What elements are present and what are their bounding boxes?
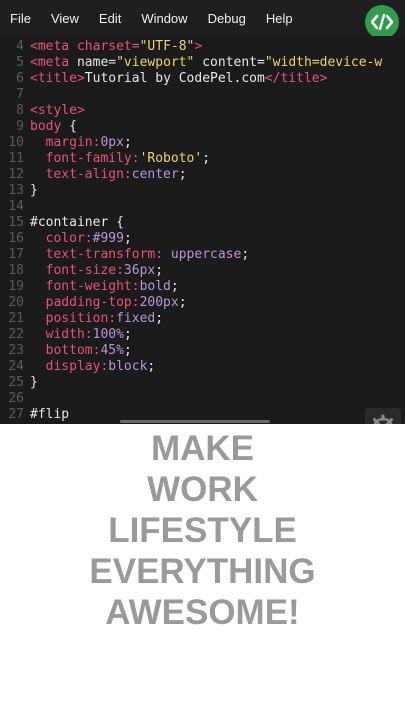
code-line: 12 text-align:center;	[0, 167, 382, 183]
menu-debug[interactable]: Debug	[198, 0, 256, 36]
code-line: 11 font-family:'Roboto';	[0, 151, 382, 167]
line-number: 17	[8, 247, 24, 262]
code-brackets-icon	[371, 13, 393, 31]
code-line: 13}	[0, 183, 382, 199]
preview-text: Make Work Lifestyle Everything Awesome!	[0, 428, 405, 633]
code-line: 14	[0, 199, 382, 215]
line-number: 24	[8, 359, 24, 374]
menu-bar: File View Edit Window Debug Help	[0, 0, 405, 39]
line-number: 14	[8, 199, 24, 214]
settings-tools-icon	[373, 414, 393, 424]
code-text: <meta charset="UTF-8">	[30, 39, 203, 54]
code-line: 24 display:block;	[0, 359, 382, 375]
code-line: 7	[0, 87, 382, 103]
code-text: }	[30, 183, 38, 198]
line-number: 8	[16, 103, 24, 118]
code-line: 18 font-size:36px;	[0, 263, 382, 279]
preview-word-awesome: Awesome!	[105, 593, 300, 632]
code-line: 4 <meta charset="UTF-8">	[0, 39, 382, 55]
line-number: 25	[8, 375, 24, 390]
code-text: bottom:45%;	[30, 343, 132, 358]
code-text: width:100%;	[30, 327, 132, 342]
line-number: 23	[8, 343, 24, 358]
code-line: 6 <title>Tutorial by CodePel.com</title>	[0, 71, 382, 87]
code-editor[interactable]: 4 <meta charset="UTF-8"> 5 <meta name="view…	[0, 36, 405, 424]
line-number: 11	[8, 151, 24, 166]
code-line: 20 padding-top:200px;	[0, 295, 382, 311]
code-line: 16 color:#999;	[0, 231, 382, 247]
line-number: 12	[8, 167, 24, 182]
line-number: 15	[8, 215, 24, 230]
line-number: 26	[8, 391, 24, 406]
code-text: font-weight:bold;	[30, 279, 179, 294]
code-lines: 4 <meta charset="UTF-8"> 5 <meta name="view…	[0, 39, 382, 423]
horizontal-scrollbar[interactable]	[120, 420, 270, 423]
menu-view[interactable]: View	[41, 0, 89, 36]
code-text: font-size:36px;	[30, 263, 164, 278]
line-number: 5	[16, 55, 24, 70]
code-line: 19 font-weight:bold;	[0, 279, 382, 295]
code-text: margin:0px;	[30, 135, 132, 150]
code-text: position:fixed;	[30, 311, 164, 326]
preview-pane: Make Work Lifestyle Everything Awesome!	[0, 424, 405, 720]
code-line: 10 margin:0px;	[0, 135, 382, 151]
line-number: 20	[8, 295, 24, 310]
line-number: 6	[16, 71, 24, 86]
code-text: <title>Tutorial by CodePel.com</title>	[30, 71, 328, 86]
code-text: <style>	[30, 103, 85, 118]
line-number: 19	[8, 279, 24, 294]
line-number: 7	[16, 87, 24, 102]
code-text: font-family:'Roboto';	[30, 151, 211, 166]
line-number: 21	[8, 311, 24, 326]
code-line: 17 text-transform: uppercase;	[0, 247, 382, 263]
code-line: 25}	[0, 375, 382, 391]
code-line: 23 bottom:45%;	[0, 343, 382, 359]
code-line: 21 position:fixed;	[0, 311, 382, 327]
code-line: 22 width:100%;	[0, 327, 382, 343]
preview-word-make: Make	[150, 429, 255, 468]
code-text: <meta name="viewport" content="width=dev…	[30, 55, 383, 70]
code-line: 26	[0, 391, 382, 407]
line-number: 13	[8, 183, 24, 198]
menu-file[interactable]: File	[0, 0, 41, 36]
line-number: 22	[8, 327, 24, 342]
code-text: padding-top:200px;	[30, 295, 187, 310]
settings-button[interactable]	[365, 408, 401, 424]
code-text: text-transform: uppercase;	[30, 247, 250, 262]
line-number: 9	[16, 119, 24, 134]
line-number: 4	[16, 39, 24, 54]
code-text: #container {	[30, 215, 124, 230]
code-line: 5 <meta name="viewport" content="width=de…	[0, 55, 382, 71]
line-number: 27	[8, 407, 24, 422]
code-text: }	[30, 375, 38, 390]
menu-help[interactable]: Help	[256, 0, 303, 36]
code-text: body {	[30, 119, 77, 134]
preview-word-everything: Everything	[89, 552, 316, 591]
code-logo-icon[interactable]	[365, 5, 399, 39]
preview-word-lifestyle: Lifestyle	[108, 511, 297, 550]
line-number: 16	[8, 231, 24, 246]
line-number: 10	[8, 135, 24, 150]
code-text: display:block;	[30, 359, 156, 374]
code-text: text-align:center;	[30, 167, 187, 182]
code-line: 8 <style>	[0, 103, 382, 119]
preview-word-work: Work	[147, 470, 258, 509]
code-text: #flip	[30, 407, 70, 422]
code-text: color:#999;	[30, 231, 132, 246]
code-line: 9 body {	[0, 119, 382, 135]
line-number: 18	[8, 263, 24, 278]
code-line: 15 #container {	[0, 215, 382, 231]
menu-window[interactable]: Window	[131, 0, 197, 36]
menu-edit[interactable]: Edit	[89, 0, 131, 36]
